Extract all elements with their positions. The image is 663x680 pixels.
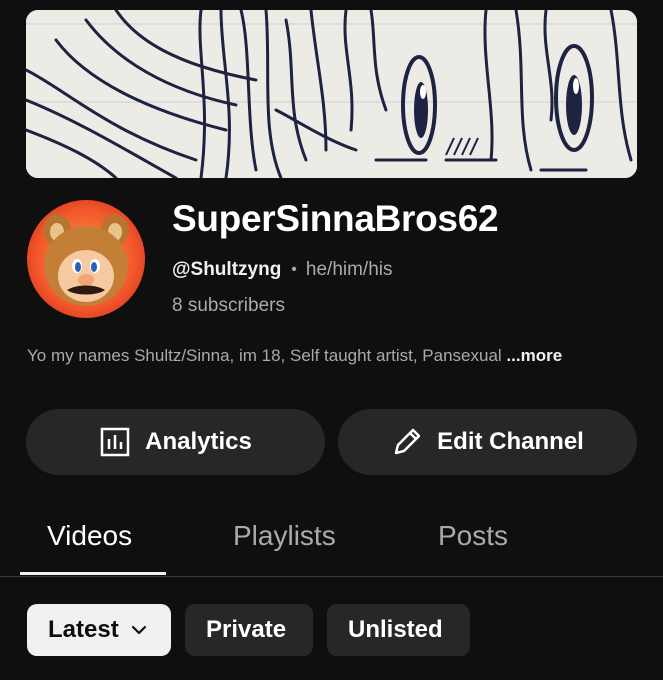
filter-chip-unlisted[interactable]: Unlisted (327, 604, 470, 656)
analytics-label: Analytics (145, 428, 252, 455)
tabs-divider (0, 576, 663, 577)
channel-pronouns: he/him/his (305, 259, 393, 280)
filter-chip-private[interactable]: Private (185, 604, 313, 656)
chevron-down-icon (131, 625, 147, 635)
banner-art (26, 10, 637, 178)
channel-tabs: Videos Playlists Posts (0, 500, 663, 576)
pencil-icon (391, 426, 423, 458)
sort-dropdown[interactable]: Latest (27, 604, 171, 656)
channel-handle: @Shultzyng (172, 259, 282, 280)
channel-description[interactable]: Yo my names Shultz/Sinna, im 18, Self ta… (27, 344, 587, 367)
tab-posts[interactable]: Posts (438, 520, 508, 552)
more-link[interactable]: ...more (506, 346, 562, 365)
description-text: Yo my names Shultz/Sinna, im 18, Self ta… (27, 346, 502, 365)
channel-avatar[interactable] (27, 200, 145, 318)
sort-label: Latest (48, 616, 119, 643)
active-tab-indicator (20, 572, 166, 575)
edit-channel-button[interactable]: Edit Channel (338, 409, 637, 475)
tab-videos[interactable]: Videos (47, 520, 132, 552)
analytics-icon (99, 426, 131, 458)
avatar-image (27, 200, 145, 318)
tab-playlists[interactable]: Playlists (233, 520, 336, 552)
edit-channel-label: Edit Channel (437, 428, 584, 455)
channel-banner (26, 10, 637, 178)
analytics-button[interactable]: Analytics (26, 409, 325, 475)
meta-separator: • (291, 261, 297, 278)
channel-meta: @Shultzyng • he/him/his (172, 259, 393, 281)
subscriber-count: 8 subscribers (172, 295, 285, 316)
channel-name: SuperSinnaBros62 (172, 198, 499, 239)
